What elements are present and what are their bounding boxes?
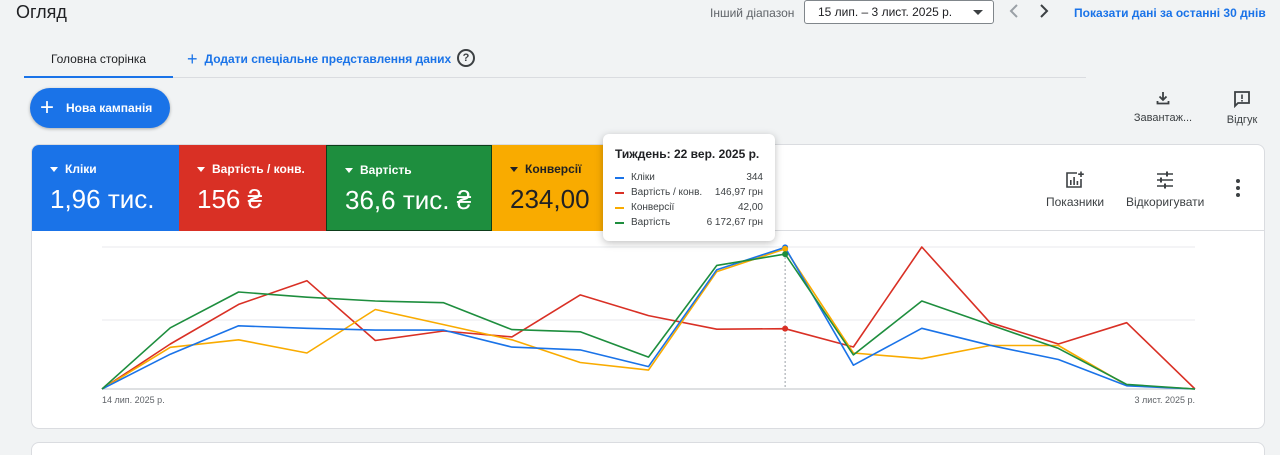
active-tab-indicator <box>24 76 173 78</box>
series-line-1 <box>101 246 1196 390</box>
view-tabs: Головна сторінка + Додати спеціальне пре… <box>24 40 1086 78</box>
legend-swatch <box>615 191 624 194</box>
tooltip-series-name: Вартість <box>631 217 671 228</box>
date-range-select[interactable]: 15 лип. – 3 лист. 2025 р. <box>804 0 994 24</box>
tooltip-row-cost: Вартість 6 172,67 грн <box>615 215 763 230</box>
plus-icon: + <box>187 48 198 69</box>
page-title: Огляд <box>16 2 67 22</box>
tab-home[interactable]: Головна сторінка <box>24 40 173 78</box>
tooltip-series-name: Конверсії <box>631 202 675 213</box>
help-icon[interactable]: ? <box>457 49 475 67</box>
tooltip-series-value: 344 <box>746 172 763 183</box>
highlight-point-3 <box>782 251 789 258</box>
tooltip-series-value: 42,00 <box>737 202 763 213</box>
tooltip-row-cost-per-conversion: Вартість / конв. 146,97 грн <box>615 185 763 200</box>
download-label: Завантаж... <box>1133 112 1193 124</box>
tooltip-series-value: 6 172,67 грн <box>706 217 763 228</box>
series-line-0 <box>101 246 1196 390</box>
chevron-left-icon <box>1009 4 1018 18</box>
tab-home-label: Головна сторінка <box>50 51 147 66</box>
chevron-right-icon <box>1040 4 1049 18</box>
tooltip-series-name: Кліки <box>631 172 655 183</box>
legend-swatch <box>615 176 624 179</box>
download-icon <box>1156 92 1170 105</box>
tooltip-row-clicks: Кліки 344 <box>615 170 763 185</box>
feedback-icon <box>1234 91 1250 108</box>
add-custom-view-label: Додати спеціальне представлення даних <box>204 51 452 66</box>
legend-swatch <box>615 206 624 209</box>
add-custom-view-tab[interactable]: + Додати спеціальне представлення даних <box>187 40 451 77</box>
x-axis-start-label: 14 лип. 2025 р. <box>102 395 165 405</box>
chart-tooltip: Тиждень: 22 вер. 2025 р. Кліки 344 Варті… <box>603 134 775 241</box>
feedback-button[interactable]: Відгук <box>1222 90 1262 126</box>
feedback-label: Відгук <box>1226 114 1258 126</box>
last-30-days-link[interactable]: Показати дані за останні 30 днів <box>1074 6 1266 20</box>
tooltip-title: Тиждень: 22 вер. 2025 р. <box>615 147 760 161</box>
legend-swatch <box>615 221 624 224</box>
download-button[interactable]: Завантаж... <box>1128 90 1198 124</box>
highlight-point-2 <box>782 245 789 252</box>
previous-period-button[interactable] <box>1004 1 1024 21</box>
new-campaign-label: Нова кампанія <box>66 101 153 115</box>
series-line-2 <box>101 248 1196 390</box>
tooltip-series-name: Вартість / конв. <box>631 187 703 198</box>
tooltip-row-conversions: Конверсії 42,00 <box>615 200 763 215</box>
x-axis-end-label: 3 лист. 2025 р. <box>1135 395 1195 405</box>
new-campaign-button[interactable]: + Нова кампанія <box>30 88 170 128</box>
dropdown-caret-icon <box>973 10 983 15</box>
tooltip-series-value: 146,97 грн <box>714 187 763 198</box>
secondary-card <box>31 442 1265 455</box>
date-range-value: 15 лип. – 3 лист. 2025 р. <box>818 5 953 19</box>
highlight-point-1 <box>782 325 789 332</box>
plus-icon: + <box>40 94 55 121</box>
next-period-button[interactable] <box>1034 1 1054 21</box>
date-range-label: Інший діапазон <box>710 6 795 20</box>
